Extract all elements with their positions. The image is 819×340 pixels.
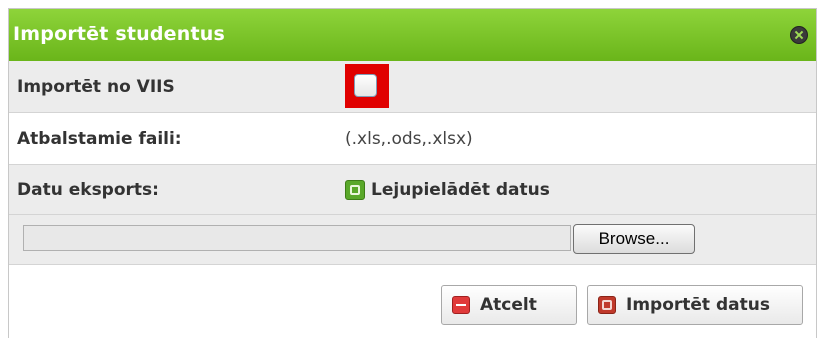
checkbox-highlight (345, 64, 389, 108)
import-viis-checkbox[interactable] (354, 74, 377, 97)
file-path-input[interactable] (23, 225, 571, 251)
import-viis-label: Importēt no VIIS (17, 76, 175, 97)
import-students-dialog: Importēt studentus Importēt no VIIS Atba… (8, 8, 817, 339)
data-export-label: Datu eksports: (17, 179, 159, 200)
cancel-button[interactable]: Atcelt (441, 285, 577, 325)
cancel-icon (452, 296, 470, 314)
supported-files-label: Atbalstamie faili: (17, 128, 182, 149)
close-icon[interactable] (790, 26, 808, 44)
import-button-label: Importēt datus (626, 295, 770, 315)
dialog-titlebar: Importēt studentus (9, 9, 816, 62)
row-data-export: Datu eksports: Lejupielādēt datus (9, 165, 816, 215)
row-import-viis: Importēt no VIIS (9, 61, 816, 113)
download-link-label: Lejupielādēt datus (371, 179, 550, 200)
row-file-upload: Browse... (9, 215, 816, 265)
import-icon (598, 296, 616, 314)
row-actions: Atcelt Importēt datus (9, 265, 816, 339)
row-supported-files: Atbalstamie faili: (.xls,.ods,.xlsx) (9, 113, 816, 165)
cancel-button-label: Atcelt (480, 295, 537, 315)
browse-button[interactable]: Browse... (573, 224, 695, 254)
dialog-title: Importēt studentus (13, 23, 226, 45)
download-link[interactable]: Lejupielādēt datus (345, 165, 550, 214)
import-data-button[interactable]: Importēt datus (587, 285, 803, 325)
supported-files-value: (.xls,.ods,.xlsx) (345, 128, 473, 149)
download-icon (345, 179, 365, 200)
